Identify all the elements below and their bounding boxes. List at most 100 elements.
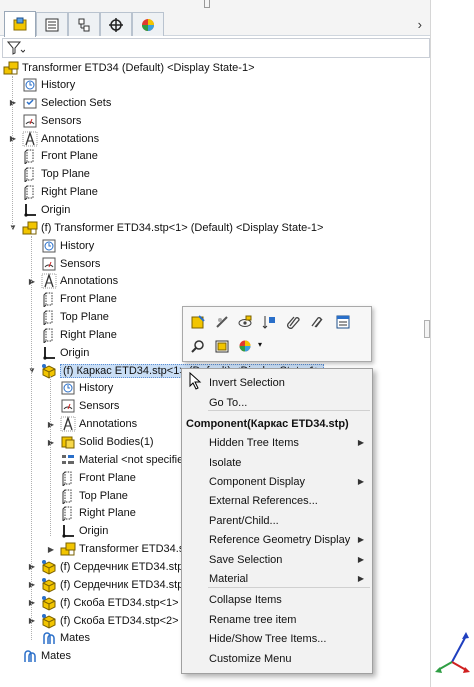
menu-item-external-references[interactable]: External References... <box>182 491 372 510</box>
menu-item-parent-child[interactable]: Parent/Child... <box>182 511 372 530</box>
expand-toggle-icon[interactable]: ▶ <box>27 580 37 589</box>
assembly-icon <box>22 220 38 236</box>
plane-icon <box>60 470 76 486</box>
tree-item-3[interactable]: ▶ Annotations <box>8 130 99 148</box>
tree-item-label: History <box>60 239 95 252</box>
expand-toggle-icon[interactable]: ▼ <box>8 223 18 232</box>
tree-item-label: Top Plane <box>41 168 90 181</box>
tree-item-19[interactable]: ▶ Annotations <box>46 415 137 433</box>
part-icon <box>41 613 57 629</box>
tree-item-18[interactable]: Sensors <box>46 397 119 415</box>
tree-item-label: Sensors <box>41 114 82 127</box>
mouse-cursor-icon <box>189 372 202 390</box>
hide-components-button[interactable] <box>235 312 255 332</box>
tree-item-13[interactable]: Top Plane <box>27 308 109 326</box>
expand-toggle-icon[interactable]: ▼ <box>27 366 37 375</box>
properties-button[interactable] <box>333 312 353 332</box>
menu-item-reference-geometry-display[interactable]: Reference Geometry Display ▶ <box>182 530 372 549</box>
tree-root-assembly[interactable]: Transformer ETD34 (Default) <Display Sta… <box>3 59 255 77</box>
menu-item-hide-show-tree-items[interactable]: Hide/Show Tree Items... <box>182 629 372 648</box>
filter-icon[interactable] <box>7 41 25 55</box>
menu-item-label: Isolate <box>209 456 242 469</box>
menu-item-material[interactable]: Material ▶ <box>182 569 372 588</box>
menu-item-save-selection[interactable]: Save Selection ▶ <box>182 550 372 569</box>
appearance-dropdown-button[interactable]: ▾ <box>236 336 262 356</box>
suppress-button[interactable] <box>212 312 232 332</box>
graphics-area-edge <box>430 0 474 687</box>
tree-item-2[interactable]: Sensors <box>8 112 81 130</box>
tree-item-25[interactable]: Origin <box>46 522 108 540</box>
expand-toggle-icon[interactable]: ▶ <box>27 616 37 625</box>
sensors-icon <box>41 256 57 272</box>
zoom-to-selection-button[interactable] <box>188 336 208 356</box>
tree-item-9[interactable]: History <box>27 237 94 255</box>
edit-part-button[interactable] <box>188 312 208 332</box>
tree-filter-field[interactable] <box>2 38 430 58</box>
menu-item-component-display[interactable]: Component Display ▶ <box>182 472 372 491</box>
expand-toggle-icon[interactable]: ▶ <box>8 134 18 143</box>
menu-item-customize-menu[interactable]: Customize Menu <box>182 649 372 668</box>
tree-item-6[interactable]: Right Plane <box>8 183 98 201</box>
menu-item-collapse-items[interactable]: Collapse Items <box>182 590 372 609</box>
tab-dimxpert-manager[interactable] <box>100 12 132 36</box>
menu-header-component: Component(Каркас ETD34.stp) <box>182 414 372 433</box>
tree-item-27[interactable]: ▶ (f) Сердечник ETD34.stp<1> <box>27 558 202 576</box>
tree-item-label: History <box>41 79 76 91</box>
tree-item-20[interactable]: ▶ Solid Bodies(1) <box>46 433 154 451</box>
tree-item-30[interactable]: ▶ (f) Скоба ETD34.stp<2> (Def <box>27 612 202 630</box>
tab-configuration-manager[interactable] <box>68 12 100 36</box>
tree-item-23[interactable]: Top Plane <box>46 487 128 505</box>
tree-item-4[interactable]: Front Plane <box>8 147 98 165</box>
mate-references-button[interactable] <box>307 312 327 332</box>
tab-feature-manager[interactable] <box>4 11 36 37</box>
tree-item-31[interactable]: Mates <box>27 629 90 647</box>
tree-item-0[interactable]: History <box>8 76 75 94</box>
panel-splitter-handle[interactable] <box>424 320 430 338</box>
tree-item-label: Right Plane <box>60 328 117 341</box>
tree-item-label: Solid Bodies(1) <box>79 436 154 448</box>
plane-icon <box>60 488 76 504</box>
expand-toggle-icon[interactable]: ▶ <box>8 98 18 107</box>
expand-toggle-icon[interactable]: ▶ <box>27 598 37 607</box>
tree-item-label: History <box>79 382 114 395</box>
expand-toggle-icon[interactable]: ▶ <box>46 420 56 429</box>
open-part-button[interactable] <box>212 336 232 356</box>
attach-reference-button[interactable] <box>283 312 303 332</box>
tab-display-manager[interactable] <box>132 12 164 36</box>
tree-item-1[interactable]: ▶ Selection Sets <box>8 94 111 112</box>
tree-item-22[interactable]: Front Plane <box>46 469 136 487</box>
tree-item-24[interactable]: Right Plane <box>46 504 136 522</box>
tab-property-manager[interactable] <box>36 12 68 36</box>
tree-item-32[interactable]: Mates <box>8 647 71 665</box>
menu-item-isolate[interactable]: Isolate <box>182 453 372 472</box>
appearance-icon <box>239 340 251 352</box>
expand-toggle-icon[interactable]: ▶ <box>46 545 56 554</box>
menu-item-rename-tree-item[interactable]: Rename tree item <box>182 610 372 629</box>
property-list-icon <box>336 315 350 329</box>
tree-item-21[interactable]: Material <not specified> <box>46 451 196 469</box>
menu-item-hidden-tree-items[interactable]: Hidden Tree Items ▶ <box>182 433 372 452</box>
tree-item-28[interactable]: ▶ (f) Сердечник ETD34.stp<2> <box>27 576 202 594</box>
menu-item-invert-selection[interactable]: Invert Selection <box>182 373 372 392</box>
tree-item-11[interactable]: ▶ Annotations <box>27 272 118 290</box>
tab-overflow-arrow[interactable]: › <box>418 17 422 32</box>
tree-item-17[interactable]: History <box>46 379 113 397</box>
tree-item-12[interactable]: Front Plane <box>27 290 117 308</box>
move-with-triad-button[interactable] <box>259 312 279 332</box>
tree-item-10[interactable]: Sensors <box>27 255 100 273</box>
tree-item-8[interactable]: ▼ (f) Transformer ETD34.stp<1> (Default) … <box>8 219 323 237</box>
tree-item-7[interactable]: Origin <box>8 201 70 219</box>
tree-item-label: Sensors <box>60 257 101 270</box>
expand-toggle-icon[interactable]: ▶ <box>27 277 37 286</box>
plane-icon <box>41 327 57 343</box>
origin-icon <box>41 345 57 361</box>
assembly-icon <box>60 541 76 557</box>
tree-item-5[interactable]: Top Plane <box>8 165 90 183</box>
dimxpert-icon <box>109 17 123 32</box>
tree-item-15[interactable]: Origin <box>27 344 89 362</box>
expand-toggle-icon[interactable]: ▶ <box>27 562 37 571</box>
expand-toggle-icon[interactable]: ▶ <box>46 438 56 447</box>
tree-item-29[interactable]: ▶ (f) Скоба ETD34.stp<1> (Def <box>27 594 202 612</box>
pin-icon[interactable] <box>204 0 210 8</box>
tree-item-14[interactable]: Right Plane <box>27 326 117 344</box>
